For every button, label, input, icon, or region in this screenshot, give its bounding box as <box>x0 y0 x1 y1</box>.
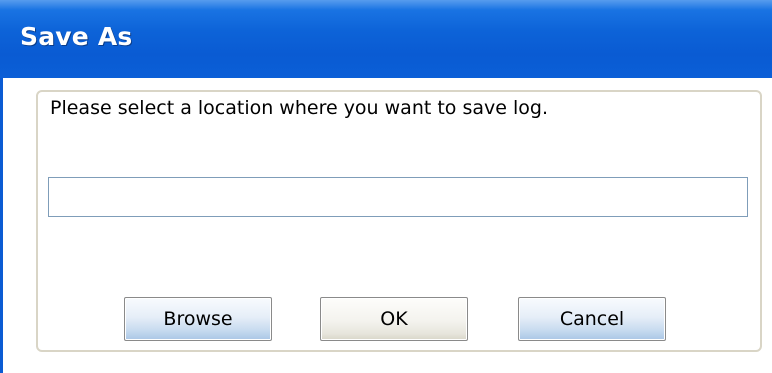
window-title: Save As <box>20 22 133 51</box>
title-bar[interactable]: Save As <box>0 0 772 78</box>
save-path-input[interactable] <box>48 177 748 217</box>
title-bar-highlight <box>0 0 772 10</box>
browse-button[interactable]: Browse <box>124 297 272 341</box>
ok-button[interactable]: OK <box>320 297 468 341</box>
cancel-button[interactable]: Cancel <box>518 297 666 341</box>
save-as-dialog: Save As Please select a location where y… <box>0 0 772 373</box>
location-prompt-label: Please select a location where you want … <box>50 97 548 119</box>
